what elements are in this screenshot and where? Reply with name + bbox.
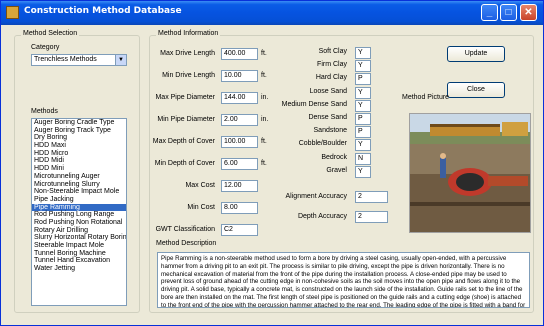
main-window: Construction Method Database _ □ ✕ Metho… [0, 0, 544, 326]
field-unit: ft. [261, 72, 267, 79]
soil-input[interactable]: Y [355, 60, 371, 73]
field-input[interactable]: 6.00 [221, 158, 258, 170]
soil-label: Dense Sand [308, 114, 347, 121]
soil-label: Firm Clay [317, 61, 347, 69]
field-label: GWT Classification [155, 226, 215, 233]
list-item[interactable]: Auger Boring Track Type [32, 127, 126, 135]
list-item[interactable]: Rod Pushing Long Range [32, 211, 126, 219]
list-item[interactable]: Auger Boring Cradle Type [32, 119, 126, 127]
soil-label: Medium Dense Sand [281, 100, 347, 108]
field-input[interactable]: C2 [221, 224, 258, 236]
list-item[interactable]: Microtunneling Slurry [32, 181, 126, 189]
list-item[interactable]: Non-Steerable Impact Mole [32, 188, 126, 196]
app-icon [6, 6, 19, 19]
soil-input[interactable]: P [355, 113, 371, 125]
method-picture-label: Method Picture [402, 94, 450, 101]
list-item[interactable]: HDD Midi [32, 157, 126, 165]
method-picture [409, 113, 531, 233]
field-input[interactable]: 144.00 [221, 92, 258, 104]
soil-input[interactable]: N [355, 152, 371, 165]
category-label: Category [31, 44, 60, 51]
field-input[interactable]: 2.00 [221, 114, 258, 126]
soil-label: Bedrock [321, 153, 347, 161]
field-label: Max Pipe Diameter [155, 94, 215, 101]
update-button[interactable]: Update [447, 46, 505, 62]
list-item[interactable]: Rod Pushing Non Rotational [32, 219, 126, 227]
field-label: Min Cost [187, 204, 215, 211]
soil-label: Cobble/Boulder [298, 140, 347, 148]
method-selection-title: Method Selection [21, 30, 80, 37]
list-item[interactable]: Dry Boring [32, 134, 126, 142]
list-item[interactable]: Microtunneling Auger [32, 173, 126, 181]
field-label: Min Depth of Cover [154, 160, 215, 167]
list-item[interactable]: Pipe Jacking [32, 196, 126, 204]
field-label: Max Drive Length [160, 50, 215, 57]
soil-input[interactable]: Y [355, 165, 371, 178]
soil-label: Gravel [326, 166, 347, 174]
soil-label: Soft Clay [318, 48, 347, 55]
soil-label: Hard Clay [315, 74, 347, 82]
list-item[interactable]: Tunnel Boring Machine [32, 250, 126, 258]
window-title: Construction Method Database [24, 6, 182, 16]
list-item[interactable]: Pipe Ramming [32, 203, 126, 212]
method-information-group: Method Information Max Drive Length 400.0… [149, 30, 534, 313]
pipe-ramming-photo [410, 114, 530, 232]
soil-input[interactable]: Y [355, 139, 371, 152]
soil-label: Loose Sand [309, 87, 347, 95]
list-item[interactable]: HDD Mini [32, 165, 126, 173]
category-select[interactable]: Trenchless Methods ▼ [31, 54, 127, 66]
field-label: Max Cost [185, 182, 215, 189]
field-unit: ft. [261, 50, 267, 57]
chevron-down-icon[interactable]: ▼ [115, 55, 126, 65]
soil-input[interactable]: P [355, 126, 371, 139]
method-description-text[interactable]: Pipe Ramming is a non-steerable method u… [157, 252, 530, 308]
close-button[interactable]: Close [447, 82, 505, 98]
list-item[interactable]: Tunnel Hand Excavation [32, 257, 126, 265]
method-selection-group: Method Selection Category Trenchless Met… [14, 30, 140, 313]
method-description-label: Method Description [156, 240, 217, 247]
category-value: Trenchless Methods [34, 56, 97, 63]
accuracy-label: Alignment Accuracy [285, 193, 347, 200]
field-input[interactable]: 400.00 [221, 48, 258, 60]
field-label: Min Drive Length [162, 72, 215, 79]
maximize-button[interactable]: □ [500, 4, 517, 21]
field-label: Min Pipe Diameter [157, 116, 215, 123]
field-input[interactable]: 100.00 [221, 136, 258, 148]
list-item[interactable]: HDD Maxi [32, 142, 126, 150]
close-window-button[interactable]: ✕ [520, 4, 537, 21]
accuracy-input[interactable]: 2 [355, 191, 388, 203]
field-label: Max Depth of Cover [152, 138, 215, 145]
list-item[interactable]: Steerable Impact Mole [32, 242, 126, 250]
minimize-button[interactable]: _ [481, 4, 498, 21]
accuracy-label: Depth Accuracy [297, 213, 347, 220]
list-item[interactable]: Slurry Horizontal Rotary Boring [32, 234, 126, 242]
soil-input[interactable]: Y [355, 99, 371, 112]
method-information-title: Method Information [156, 30, 221, 37]
field-input[interactable]: 8.00 [221, 202, 258, 214]
soil-input[interactable]: Y [355, 47, 371, 59]
field-input[interactable]: 10.00 [221, 70, 258, 82]
client-area: Method Selection Category Trenchless Met… [4, 25, 540, 323]
soil-label: Sandstone [313, 127, 347, 135]
methods-label: Methods [31, 108, 58, 115]
field-unit: ft. [261, 160, 267, 167]
soil-input[interactable]: P [355, 73, 371, 86]
accuracy-input[interactable]: 2 [355, 211, 388, 223]
field-input[interactable]: 12.00 [221, 180, 258, 192]
list-item[interactable]: HDD Micro [32, 150, 126, 158]
title-bar[interactable]: Construction Method Database _ □ ✕ [1, 1, 543, 25]
methods-listbox[interactable]: Auger Boring Cradle Type Auger Boring Tra… [31, 118, 127, 306]
soil-input[interactable]: Y [355, 86, 371, 99]
field-unit: ft. [261, 138, 267, 145]
list-item[interactable]: Water Jetting [32, 265, 126, 273]
list-item[interactable]: Rotary Air Drilling [32, 227, 126, 235]
